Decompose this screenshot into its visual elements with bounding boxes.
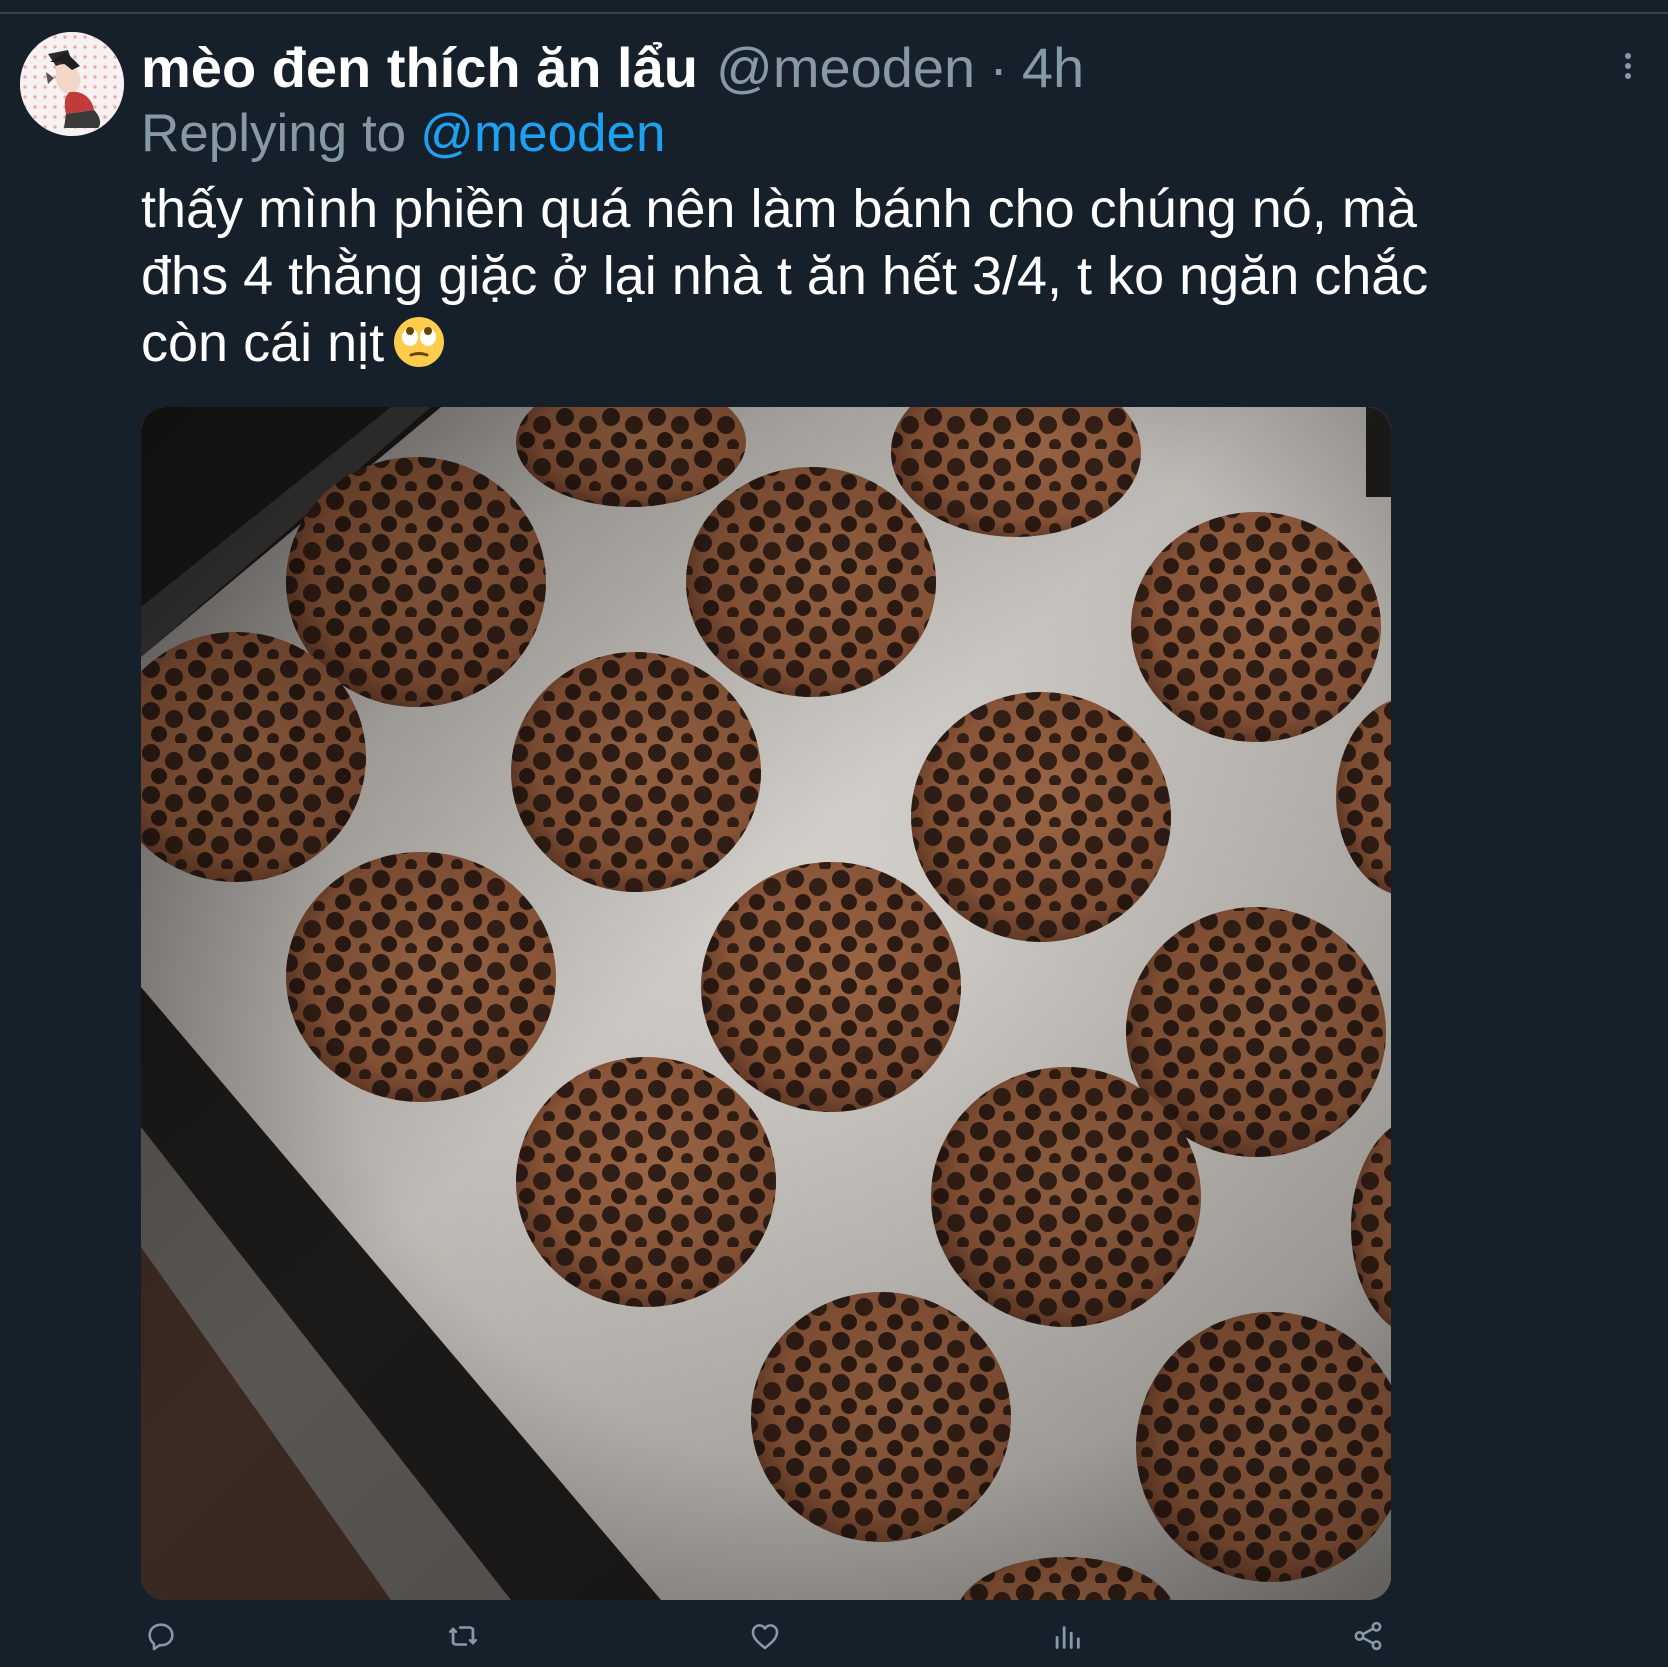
user-handle[interactable]: @meoden <box>716 36 975 100</box>
like-icon <box>751 1624 779 1650</box>
replying-to: Replying to @meoden <box>141 102 666 166</box>
reply-button[interactable] <box>141 1616 181 1656</box>
retweet-icon <box>448 1626 478 1646</box>
share-button[interactable] <box>1348 1616 1388 1656</box>
cookies-photo-image <box>141 407 1391 1600</box>
like-button[interactable] <box>745 1616 785 1656</box>
tweet-text: thấy mình phiền quá nên làm bánh cho chú… <box>141 176 1641 377</box>
tweet-header: mèo đen thích ăn lẩu @meoden · 4h <box>141 36 1084 100</box>
tweet-text-line: còn cái nịt <box>141 313 385 373</box>
replying-to-mention[interactable]: @meoden <box>420 104 665 163</box>
tweet-text-line: thấy mình phiền quá nên làm bánh cho chú… <box>141 179 1417 239</box>
tweet-text-line-last: còn cái nịt <box>141 310 1641 377</box>
analytics-icon <box>1055 1626 1080 1649</box>
tweet-text-line: đhs 4 thằng giặc ở lại nhà t ăn hết 3/4,… <box>141 246 1429 306</box>
tweet[interactable]: mèo đen thích ăn lẩu @meoden · 4h Replyi… <box>0 0 1668 1651</box>
share-icon <box>1354 1621 1382 1651</box>
more-vertical-icon <box>1625 53 1631 79</box>
rolling-eyes-emoji-icon <box>392 315 446 369</box>
analytics-button[interactable] <box>1047 1616 1087 1656</box>
tweet-photo[interactable] <box>141 407 1391 1600</box>
more-options-button[interactable] <box>1608 48 1648 84</box>
retweet-button[interactable] <box>443 1616 483 1656</box>
avatar[interactable] <box>20 32 124 136</box>
separator-dot: · <box>989 36 1008 99</box>
tweet-actions <box>141 1616 1391 1656</box>
avatar-image <box>20 32 124 136</box>
display-name[interactable]: mèo đen thích ăn lẩu <box>141 36 698 100</box>
timestamp[interactable]: 4h <box>1022 36 1084 100</box>
replying-to-label: Replying to <box>141 104 407 163</box>
reply-icon <box>148 1623 174 1651</box>
